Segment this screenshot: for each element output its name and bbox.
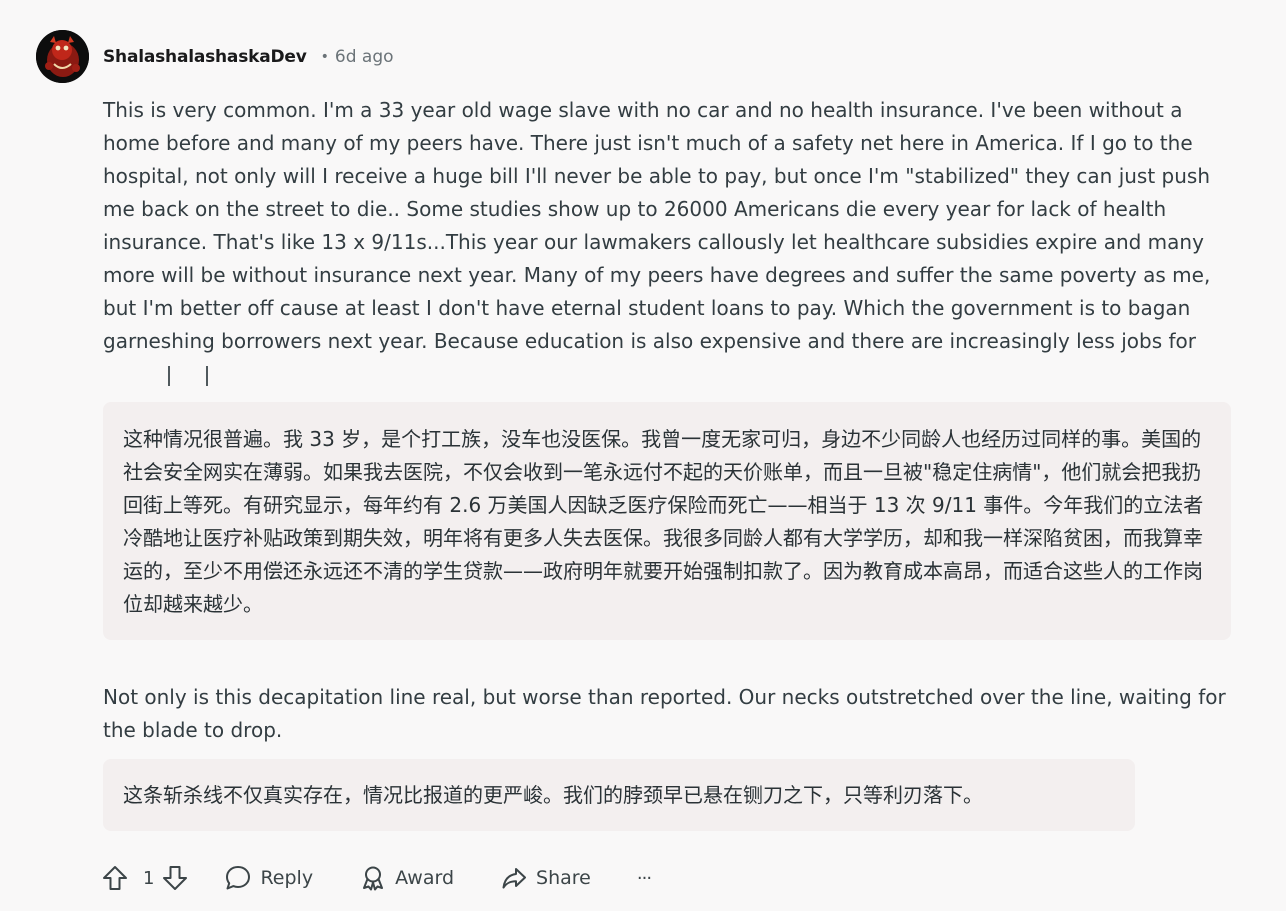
award-button[interactable]: Award [359,864,454,892]
share-button[interactable]: Share [500,864,591,892]
award-ribbon-icon [363,866,384,891]
meta-separator: • [320,49,329,65]
arrow-up-icon [103,866,127,890]
share-label: Share [536,867,591,889]
comment: ShalashalashaskaDev • 6d ago This is ver… [0,0,1286,911]
reply-label: Reply [260,867,314,889]
translation-block: 这种情况很普遍。我 33 岁，是个打工族，没车也没医保。我曾一度无家可归，身边不… [103,402,1231,640]
share-arrow-icon [502,868,527,889]
speech-bubble-icon [226,866,251,890]
comment-body-paragraph: Not only is this decapitation line real,… [103,685,1226,742]
reply-button[interactable]: Reply [224,864,313,892]
username-link[interactable]: ShalashalashaskaDev [103,47,307,67]
ellipsis-icon: ··· [636,867,652,889]
avatar-image [36,30,89,83]
upvote-button[interactable] [100,863,130,893]
translation-block: 这条斩杀线不仅真实存在，情况比报道的更严峻。我们的脖颈早已悬在铡刀之下，只等利刃… [103,759,1135,831]
timestamp[interactable]: 6d ago [335,47,394,67]
downvote-button[interactable] [160,863,190,893]
more-options-button[interactable]: ··· [636,867,652,889]
comment-meta: ShalashalashaskaDev • 6d ago [103,44,394,70]
vote-count: 1 [143,867,155,889]
arrow-down-icon [163,866,188,890]
truncated-text-fragment [103,360,403,392]
comment-action-bar: 1 Reply Award Share ··· [100,858,652,898]
award-label: Award [395,867,455,889]
avatar[interactable] [36,30,89,83]
comment-body-paragraph: This is very common. I'm a 33 year old w… [103,98,1211,353]
